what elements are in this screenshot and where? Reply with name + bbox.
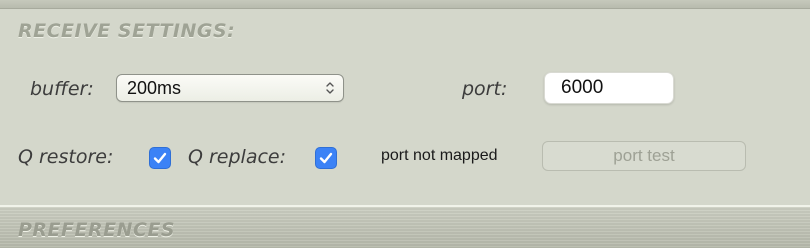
buffer-label: buffer: (30, 78, 94, 100)
port-label: port: (462, 78, 508, 100)
q-restore-label: Q restore: (18, 146, 114, 168)
top-divider (0, 0, 810, 9)
q-replace-label: Q replace: (188, 146, 287, 168)
receive-settings-title: RECEIVE SETTINGS: (18, 20, 236, 42)
preferences-title: PREFERENCES (18, 219, 176, 241)
chevron-up-down-icon (326, 82, 334, 94)
q-replace-checkbox[interactable] (315, 147, 337, 169)
buffer-select-value: 200ms (127, 78, 182, 98)
port-status-text: port not mapped (381, 147, 498, 164)
q-restore-checkbox[interactable] (149, 147, 171, 169)
port-input[interactable] (544, 72, 674, 104)
buffer-select[interactable]: 200ms (116, 74, 344, 102)
checkmark-icon (319, 152, 333, 164)
port-test-button[interactable]: port test (542, 141, 746, 171)
checkmark-icon (153, 152, 167, 164)
